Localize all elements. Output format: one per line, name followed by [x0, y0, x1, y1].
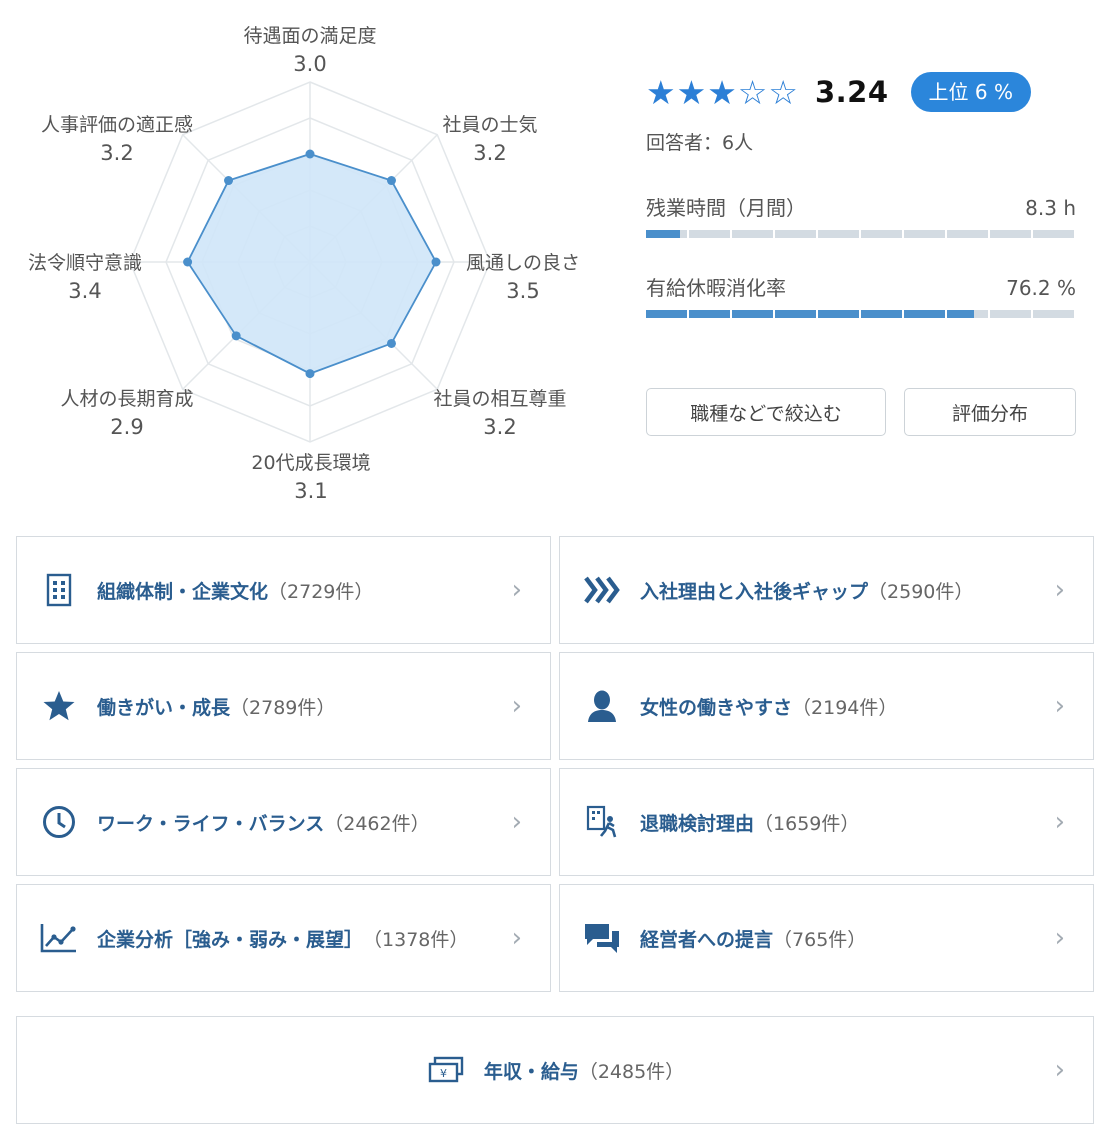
category-salary[interactable]: ¥ 年収・給与 （2485件） ›: [16, 1016, 1094, 1124]
chevron-right-icon: ›: [1054, 807, 1065, 837]
distribution-button[interactable]: 評価分布: [904, 388, 1076, 436]
category-label: 女性の働きやすさ: [640, 696, 793, 719]
category-label: 働きがい・成長: [97, 696, 231, 719]
respondent-count: 回答者：6人: [646, 132, 754, 154]
category-count: （2789件）: [230, 696, 336, 719]
category-work-life[interactable]: ワーク・ライフ・バランス （2462件） ›: [16, 768, 551, 876]
radar-chart: 待遇面の満足度 3.0 社員の士気 3.2 風通しの良さ 3.5 社員の相互尊重 3.2 20代…: [28, 25, 580, 503]
chart-icon: [39, 918, 79, 958]
radar-point: [431, 257, 441, 267]
category-label: 経営者への提言: [640, 928, 774, 951]
radar-point: [305, 149, 315, 159]
radar-area: [186, 153, 438, 375]
star-icon: ★: [707, 72, 737, 112]
star-icon: ★: [646, 72, 676, 112]
category-label: 企業分析［強み・弱み・展望］: [97, 928, 364, 951]
star-outline-icon: ☆: [737, 72, 768, 112]
category-count: （1659件）: [754, 812, 860, 835]
category-count: （765件）: [773, 928, 867, 951]
svg-text:¥: ¥: [440, 1067, 447, 1080]
action-buttons: 職種などで絞込む 評価分布: [646, 388, 1076, 436]
building-icon: [39, 570, 79, 610]
radar-point: [224, 176, 234, 186]
overtime-bar: [646, 230, 1076, 238]
overtime-value: 8.3 h: [1025, 196, 1076, 220]
radar-point: [231, 331, 241, 341]
overtime-label: 残業時間（月間）: [646, 196, 806, 220]
radar-axis-value: 3.0: [293, 52, 326, 76]
category-organization[interactable]: 組織体制・企業文化 （2729件） ›: [16, 536, 551, 644]
star-outline-icon: ☆: [768, 72, 798, 112]
category-count: （2590件）: [868, 580, 974, 603]
radar-axis-label: 待遇面の満足度: [243, 25, 376, 47]
radar-axis-value: 3.1: [294, 479, 327, 503]
radar-axis-label: 法令順守意識: [28, 252, 142, 274]
radar-point: [386, 338, 396, 348]
radar-axis-value: 3.5: [506, 279, 539, 303]
paid-leave-metric: 有給休暇消化率 76.2 %: [646, 274, 1076, 318]
category-motivation[interactable]: 働きがい・成長 （2789件） ›: [16, 652, 551, 760]
category-label: 入社理由と入社後ギャップ: [640, 580, 869, 603]
rating-row: ★ ★ ★ ☆ ☆ 3.24 上位 6 %: [646, 66, 1076, 118]
paid-leave-value: 76.2 %: [1006, 276, 1076, 300]
radar-axis-label: 社員の相互尊重: [433, 388, 566, 410]
star-icon: ★: [676, 72, 707, 112]
money-icon: ¥: [426, 1050, 466, 1090]
radar-axis-value: 3.2: [473, 141, 506, 165]
radar-axis-value: 3.2: [483, 415, 516, 439]
radar-point: [386, 176, 396, 186]
category-count: （2194件）: [792, 696, 898, 719]
paid-leave-label: 有給休暇消化率: [646, 276, 786, 300]
chevron-right-icon: ›: [511, 807, 522, 837]
category-count: （2485件）: [578, 1060, 685, 1083]
bar-ticks: [646, 230, 1076, 238]
chevron-right-icon: ›: [511, 691, 522, 721]
clock-icon: [39, 802, 79, 842]
exit-icon: [582, 802, 622, 842]
rank-badge: 上位 6 %: [910, 72, 1031, 112]
radar-axis-label: 風通しの良さ: [466, 252, 580, 274]
category-label: 退職検討理由: [640, 812, 755, 835]
category-label: 組織体制・企業文化: [97, 580, 269, 603]
total-score: 3.24: [814, 75, 889, 109]
chevrons-icon: [582, 570, 622, 610]
category-analysis[interactable]: 企業分析［強み・弱み・展望］ （1378件） ›: [16, 884, 551, 992]
overtime-metric: 残業時間（月間） 8.3 h: [646, 194, 1076, 238]
rating-summary: ★ ★ ★ ☆ ☆ 3.24 上位 6 % 回答者：6人 残業時間（月間） 8.…: [646, 66, 1076, 436]
radar-axis-label: 社員の士気: [442, 114, 537, 136]
chevron-right-icon: ›: [1054, 575, 1065, 605]
chevron-right-icon: ›: [1054, 691, 1065, 721]
category-resignation[interactable]: 退職検討理由 （1659件） ›: [559, 768, 1094, 876]
category-label: ワーク・ライフ・バランス: [97, 812, 325, 835]
radar-point: [183, 257, 193, 267]
star-rating: ★ ★ ★ ☆ ☆: [646, 76, 799, 109]
person-icon: [582, 686, 622, 726]
chevron-right-icon: ›: [511, 575, 522, 605]
radar-axis-value: 3.4: [68, 279, 101, 303]
chevron-right-icon: ›: [1054, 923, 1065, 953]
bar-ticks: [646, 310, 1076, 318]
radar-axis-label: 人事評価の適正感: [41, 114, 193, 136]
chat-icon: [582, 918, 622, 958]
radar-axis-label: 20代成長環境: [251, 452, 370, 474]
category-advice[interactable]: 経営者への提言 （765件） ›: [559, 884, 1094, 992]
category-entry-gap[interactable]: 入社理由と入社後ギャップ （2590件） ›: [559, 536, 1094, 644]
chevron-right-icon: ›: [1054, 1055, 1065, 1085]
category-count: （1378件）: [363, 928, 469, 951]
category-women[interactable]: 女性の働きやすさ （2194件） ›: [559, 652, 1094, 760]
radar-axis-value: 2.9: [110, 415, 143, 439]
radar-axis-label: 人材の長期育成: [60, 388, 193, 410]
category-count: （2462件）: [324, 812, 430, 835]
star-icon: [39, 686, 79, 726]
chevron-right-icon: ›: [511, 923, 522, 953]
category-label: 年収・給与: [483, 1060, 579, 1083]
filter-button[interactable]: 職種などで絞込む: [646, 388, 886, 436]
category-count: （2729件）: [268, 580, 374, 603]
radar-axis-value: 3.2: [100, 141, 133, 165]
radar-point: [305, 369, 315, 379]
paid-leave-bar: [646, 310, 1076, 318]
